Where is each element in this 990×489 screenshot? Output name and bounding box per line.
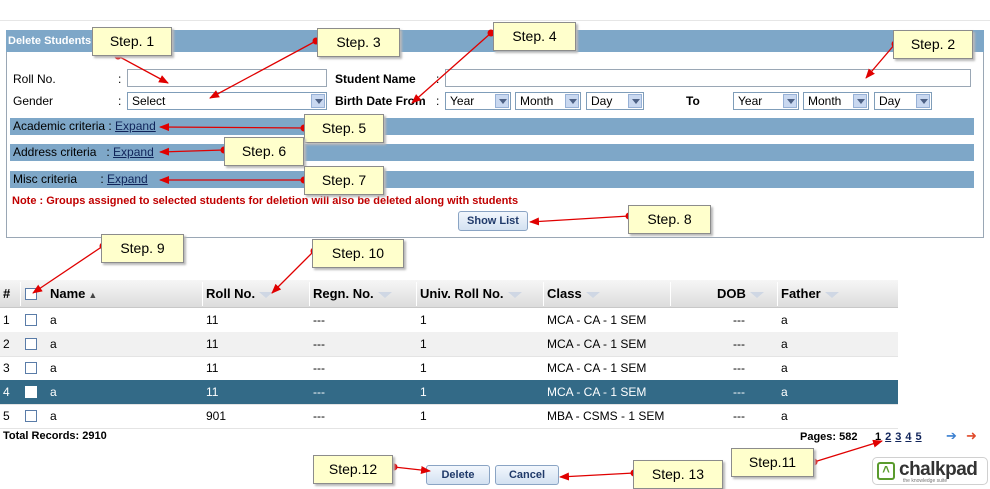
step-10-callout: Step. 10 — [312, 239, 404, 268]
step-2-callout: Step. 2 — [893, 30, 973, 59]
step-3-callout: Step. 3 — [317, 28, 400, 57]
step5-arrow — [159, 123, 305, 132]
step11-arrow — [813, 439, 883, 463]
step1-arrow — [117, 55, 169, 84]
step-6-callout: Step. 6 — [224, 137, 304, 166]
step6-arrow — [159, 147, 225, 156]
step-4-callout: Step. 4 — [493, 22, 576, 51]
step3-arrow — [209, 40, 317, 99]
step12-arrow — [393, 466, 431, 474]
step-11-callout: Step.11 — [731, 448, 814, 477]
step-9-callout: Step. 9 — [101, 234, 184, 263]
step4-arrow — [411, 32, 492, 104]
step-5-callout: Step. 5 — [304, 114, 384, 143]
step-7-callout: Step. 7 — [304, 166, 384, 195]
step8-arrow — [529, 215, 630, 226]
step10-arrow — [271, 250, 315, 294]
step-13-callout: Step. 13 — [633, 460, 723, 489]
step2-arrow — [865, 43, 896, 79]
step-1-callout: Step. 1 — [92, 27, 172, 56]
step9-arrow — [32, 245, 104, 294]
step13-arrow — [559, 472, 635, 481]
step-12-callout: Step.12 — [313, 455, 393, 484]
step-8-callout: Step. 8 — [628, 205, 711, 234]
